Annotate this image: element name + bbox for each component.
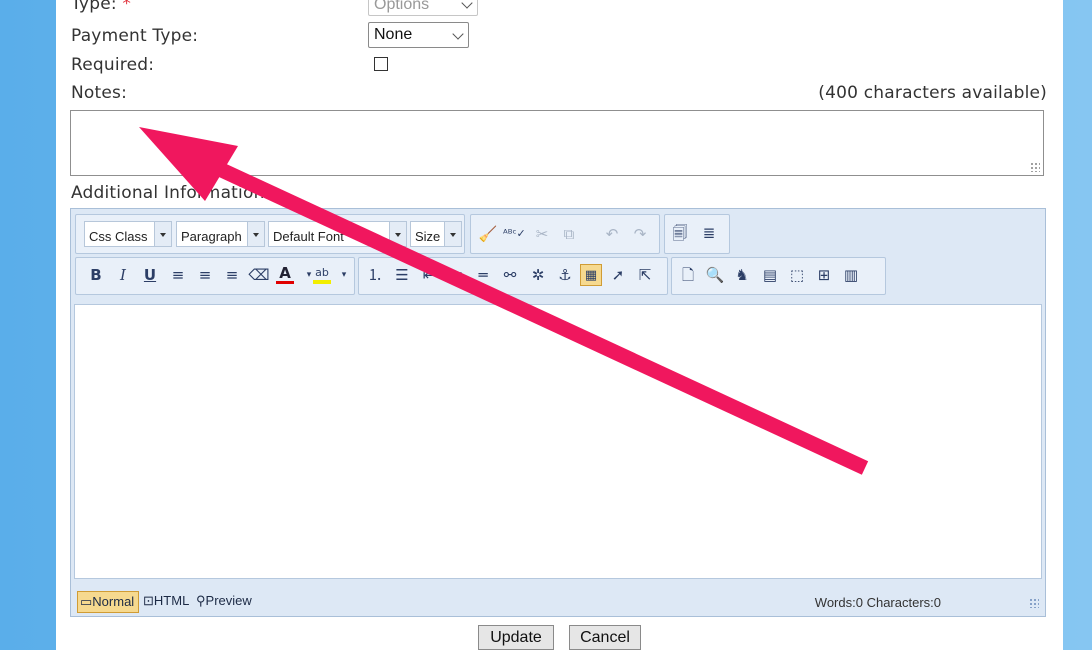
copy-icon[interactable]: ⧉ [558,223,580,245]
notes-textarea[interactable] [70,110,1044,176]
numbered-list-icon[interactable]: ⒈ [364,264,386,286]
normal-mode-icon: ▭ [80,594,93,609]
required-mark: * [122,0,132,14]
template-manager-icon[interactable]: 🗐 [669,222,691,244]
table-grid-icon[interactable]: ▦ [580,264,602,286]
cancel-button[interactable]: Cancel [569,625,641,650]
required-checkbox[interactable] [374,57,388,71]
bold-icon[interactable]: B [85,264,107,286]
format-stripper-icon[interactable]: 🧹 [477,223,499,245]
editor-content-area[interactable] [74,304,1042,579]
new-document-icon[interactable]: 🗋 [677,264,699,286]
css-class-dropdown[interactable]: Css Class [84,221,172,247]
align-center-icon[interactable]: ≡ [194,264,216,286]
font-color-icon[interactable]: A [274,262,296,284]
mode-html-tab[interactable]: ⊡HTML [141,591,191,613]
magnifier-icon: ⚲ [196,593,206,608]
paragraph-dropdown[interactable]: Paragraph [176,221,265,247]
mode-normal-tab[interactable]: ▭Normal [77,591,139,613]
table-properties-icon[interactable]: ▥ [840,264,862,286]
align-left-icon[interactable]: ≡ [167,264,189,286]
preview-zoom-icon[interactable]: 🔍 [704,264,726,286]
align-right-icon[interactable]: ≡ [221,264,243,286]
unlink-icon[interactable]: ✲ [527,264,549,286]
payment-type-select[interactable]: None [368,22,469,48]
redo-icon[interactable]: ↷ [629,223,651,245]
select-all-icon[interactable]: ⇱ [634,264,656,286]
highlight-color-icon[interactable]: ab [311,262,333,284]
absolute-position-icon[interactable]: ⬚ [786,264,808,286]
indent-icon[interactable]: ⇥ [445,264,467,286]
chevron-down-icon [461,0,473,9]
payment-type-label: Payment Type: [71,26,199,46]
type-label: Type: * [71,0,131,14]
font-dropdown[interactable]: Default Font [268,221,407,247]
insert-table-icon[interactable]: ⊞ [813,264,835,286]
image-map-icon[interactable]: ▤ [759,264,781,286]
select-pointer-icon[interactable]: ➚ [607,264,629,286]
word-character-count: Words:0 Characters:0 [814,595,941,610]
notes-char-counter: (400 characters available) [818,83,1047,103]
required-label: Required: [71,55,155,75]
anchor-icon[interactable]: ⚓ [554,264,576,286]
bulleted-list-icon[interactable]: ☰ [391,264,413,286]
cut-icon[interactable]: ✂ [531,223,553,245]
outdent-icon[interactable]: ⇤ [418,264,440,286]
dropdown-arrow-icon[interactable]: ▾ [333,264,355,286]
paragraph-format-icon[interactable]: ≣ [698,222,720,244]
form-panel: Type: * Options Payment Type: None Requi… [56,0,1063,650]
dropdown-arrow-icon [154,222,171,246]
underline-icon[interactable]: U [139,264,161,286]
spellcheck-icon[interactable]: ᴬᴮᶜ✓ [503,223,526,245]
dropdown-arrow-icon [247,222,264,246]
mode-preview-tab[interactable]: ⚲Preview [194,591,264,613]
rich-text-editor: Css Class Paragraph Default Font Size 🧹 … [70,208,1046,617]
undo-icon[interactable]: ↶ [601,223,623,245]
eraser-icon[interactable]: ⌫ [248,264,270,286]
update-button[interactable]: Update [478,625,554,650]
link-icon[interactable]: ⚯ [499,264,521,286]
type-select[interactable]: Options [368,0,478,16]
resize-grip-icon[interactable] [1030,162,1040,172]
dropdown-arrow-icon [444,222,461,246]
additional-info-label: Additional Information: [71,183,271,203]
find-icon[interactable]: ♞ [731,264,753,286]
chevron-down-icon [452,28,464,40]
notes-label: Notes: [71,83,128,103]
html-mode-icon: ⊡ [143,593,154,608]
horizontal-rule-icon[interactable]: ═ [472,264,494,286]
size-dropdown[interactable]: Size [410,221,462,247]
editor-resize-grip-icon[interactable] [1029,598,1039,608]
italic-icon[interactable]: I [112,264,134,286]
dropdown-arrow-icon [389,222,406,246]
